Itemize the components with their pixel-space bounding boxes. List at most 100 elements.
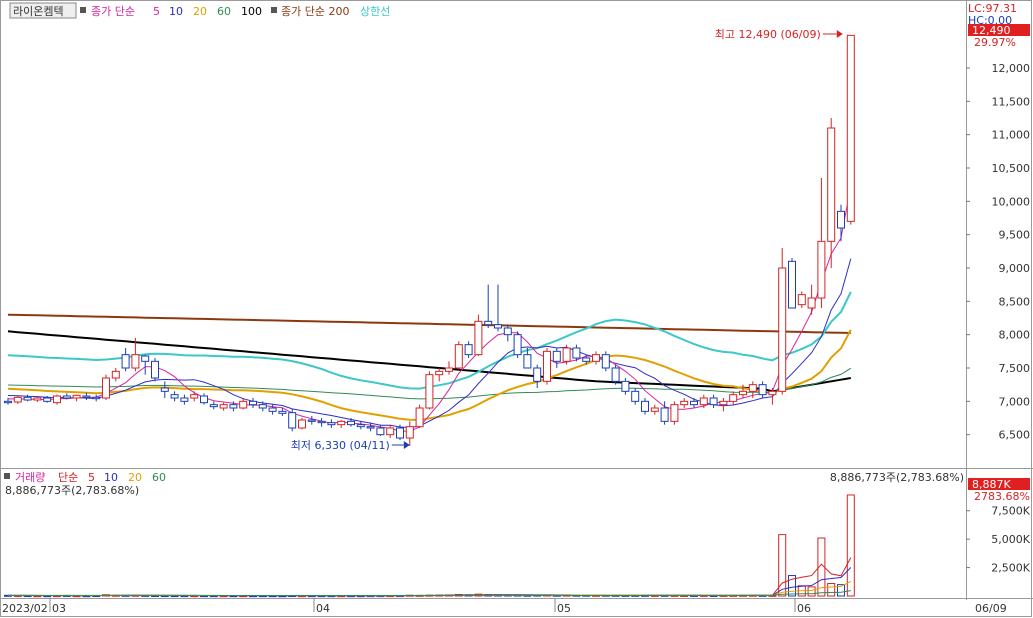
candle-body [405, 426, 414, 439]
candle-body [249, 400, 257, 406]
volume-tick-label: 2,500K [991, 562, 1030, 575]
candle-body [611, 367, 620, 382]
candle-body [807, 297, 816, 309]
candle-body [53, 395, 61, 404]
volume-ma-period-5: 5 [88, 471, 95, 484]
price-tick-label: 12,000 [992, 62, 1031, 75]
volume-ma-period-10: 10 [104, 471, 118, 484]
x-axis-label: 04 [316, 602, 330, 615]
price-tick-label: 9,000 [999, 262, 1031, 275]
legend-bullet-icon [4, 473, 10, 479]
candle-body [425, 374, 434, 409]
candle-body [817, 240, 826, 299]
candle-body [445, 367, 453, 372]
candle-body [797, 294, 806, 306]
price-tick-label: 6,500 [999, 429, 1031, 442]
x-axis-label: 2023/02 [2, 602, 48, 615]
candle-body [327, 422, 336, 426]
current-volume-pct: 2783.68% [974, 490, 1030, 503]
volume-left-value: 8,886,773주(2,783.68%) [5, 484, 139, 497]
volume-bar [827, 582, 836, 597]
candle-body [23, 396, 32, 401]
candle-body [131, 354, 140, 369]
candle-body [337, 420, 346, 426]
x-axis-label: 06/09 [975, 602, 1007, 615]
candle-body [729, 394, 738, 402]
candle-body [846, 34, 855, 222]
ma-legend-period-20: 20 [193, 5, 207, 18]
x-axis-label: 03 [52, 602, 66, 615]
candle-body [474, 320, 483, 356]
ma-legend-period-60: 60 [217, 5, 231, 18]
candle-body [572, 347, 581, 359]
candle-body [278, 410, 287, 414]
price-tick-label: 7,500 [999, 362, 1031, 375]
candle-body [680, 400, 689, 406]
candle-body [621, 380, 630, 392]
price-tick-label: 10,500 [992, 162, 1031, 175]
candle-body [288, 412, 297, 429]
candle-body [827, 127, 836, 242]
ma-legend-period-100: 100 [241, 5, 262, 18]
candle-body [239, 400, 248, 409]
candle-body [356, 424, 365, 428]
ma-legend-label: 종가 단순 [91, 5, 135, 18]
candle-body [268, 407, 277, 412]
candle-body [670, 404, 679, 422]
stock-chart[interactable]: 12,000 11,500 11,000 10,500 10,000 9,500 9,000… [0, 0, 1033, 618]
candle-body [484, 320, 493, 326]
candle-body [13, 396, 22, 403]
candle-body [503, 327, 512, 336]
candle-body [141, 355, 150, 362]
candle-body [523, 354, 532, 369]
candle-body [82, 395, 91, 398]
candle-body [739, 390, 747, 396]
candle-body [4, 400, 12, 404]
candle-body [62, 395, 71, 399]
candle-body [219, 404, 228, 409]
legend-bullet-icon [271, 7, 277, 13]
upper-limit-legend-label: 상한선 [360, 5, 390, 18]
candle-body [582, 357, 591, 362]
price-tick-label: 11,000 [992, 129, 1031, 142]
price-tick-label: 8,000 [999, 329, 1031, 342]
volume-right-value: 8,886,773주(2,783.68%) [830, 471, 964, 484]
candle-body [229, 404, 238, 409]
candle-body [533, 367, 542, 382]
price-tick-label: 9,500 [999, 229, 1031, 242]
candle-body [151, 360, 159, 379]
candle-body [307, 419, 316, 422]
candle-body [435, 370, 444, 376]
price-tick-label: 10,000 [992, 195, 1031, 208]
candle-body [111, 370, 120, 379]
candle-body [690, 400, 698, 406]
x-axis-label: 06 [797, 602, 811, 615]
candle-body [170, 394, 179, 399]
candle-body [72, 394, 81, 399]
candle-body [43, 397, 52, 402]
volume-tick-label: 7,500K [991, 505, 1030, 518]
candle-body [33, 397, 42, 401]
price-tick-label: 7,000 [999, 395, 1031, 408]
candle-body [317, 420, 326, 424]
legend-bullet-icon [80, 7, 86, 13]
volume-bar [846, 494, 855, 597]
candle-body [386, 427, 395, 436]
candle-body [209, 404, 218, 408]
candle-body [778, 267, 787, 392]
candle-body [699, 397, 708, 406]
low-annotation: 최저 6,330 (04/11) [291, 439, 390, 452]
candle-body [562, 347, 571, 362]
candle-body [513, 334, 522, 356]
volume-ma-period-60: 60 [152, 471, 166, 484]
stock-name: 라이온켐텍 [13, 5, 64, 18]
price-tick-label: 8,500 [999, 295, 1031, 308]
volume-ma-period-20: 20 [128, 471, 142, 484]
candle-body [552, 350, 561, 362]
candle-body [709, 397, 718, 406]
candle-body [748, 384, 757, 392]
price-tick-label: 11,500 [992, 95, 1031, 108]
volume-bar [807, 586, 816, 597]
candle-body [650, 407, 659, 412]
candle-body [121, 354, 130, 369]
